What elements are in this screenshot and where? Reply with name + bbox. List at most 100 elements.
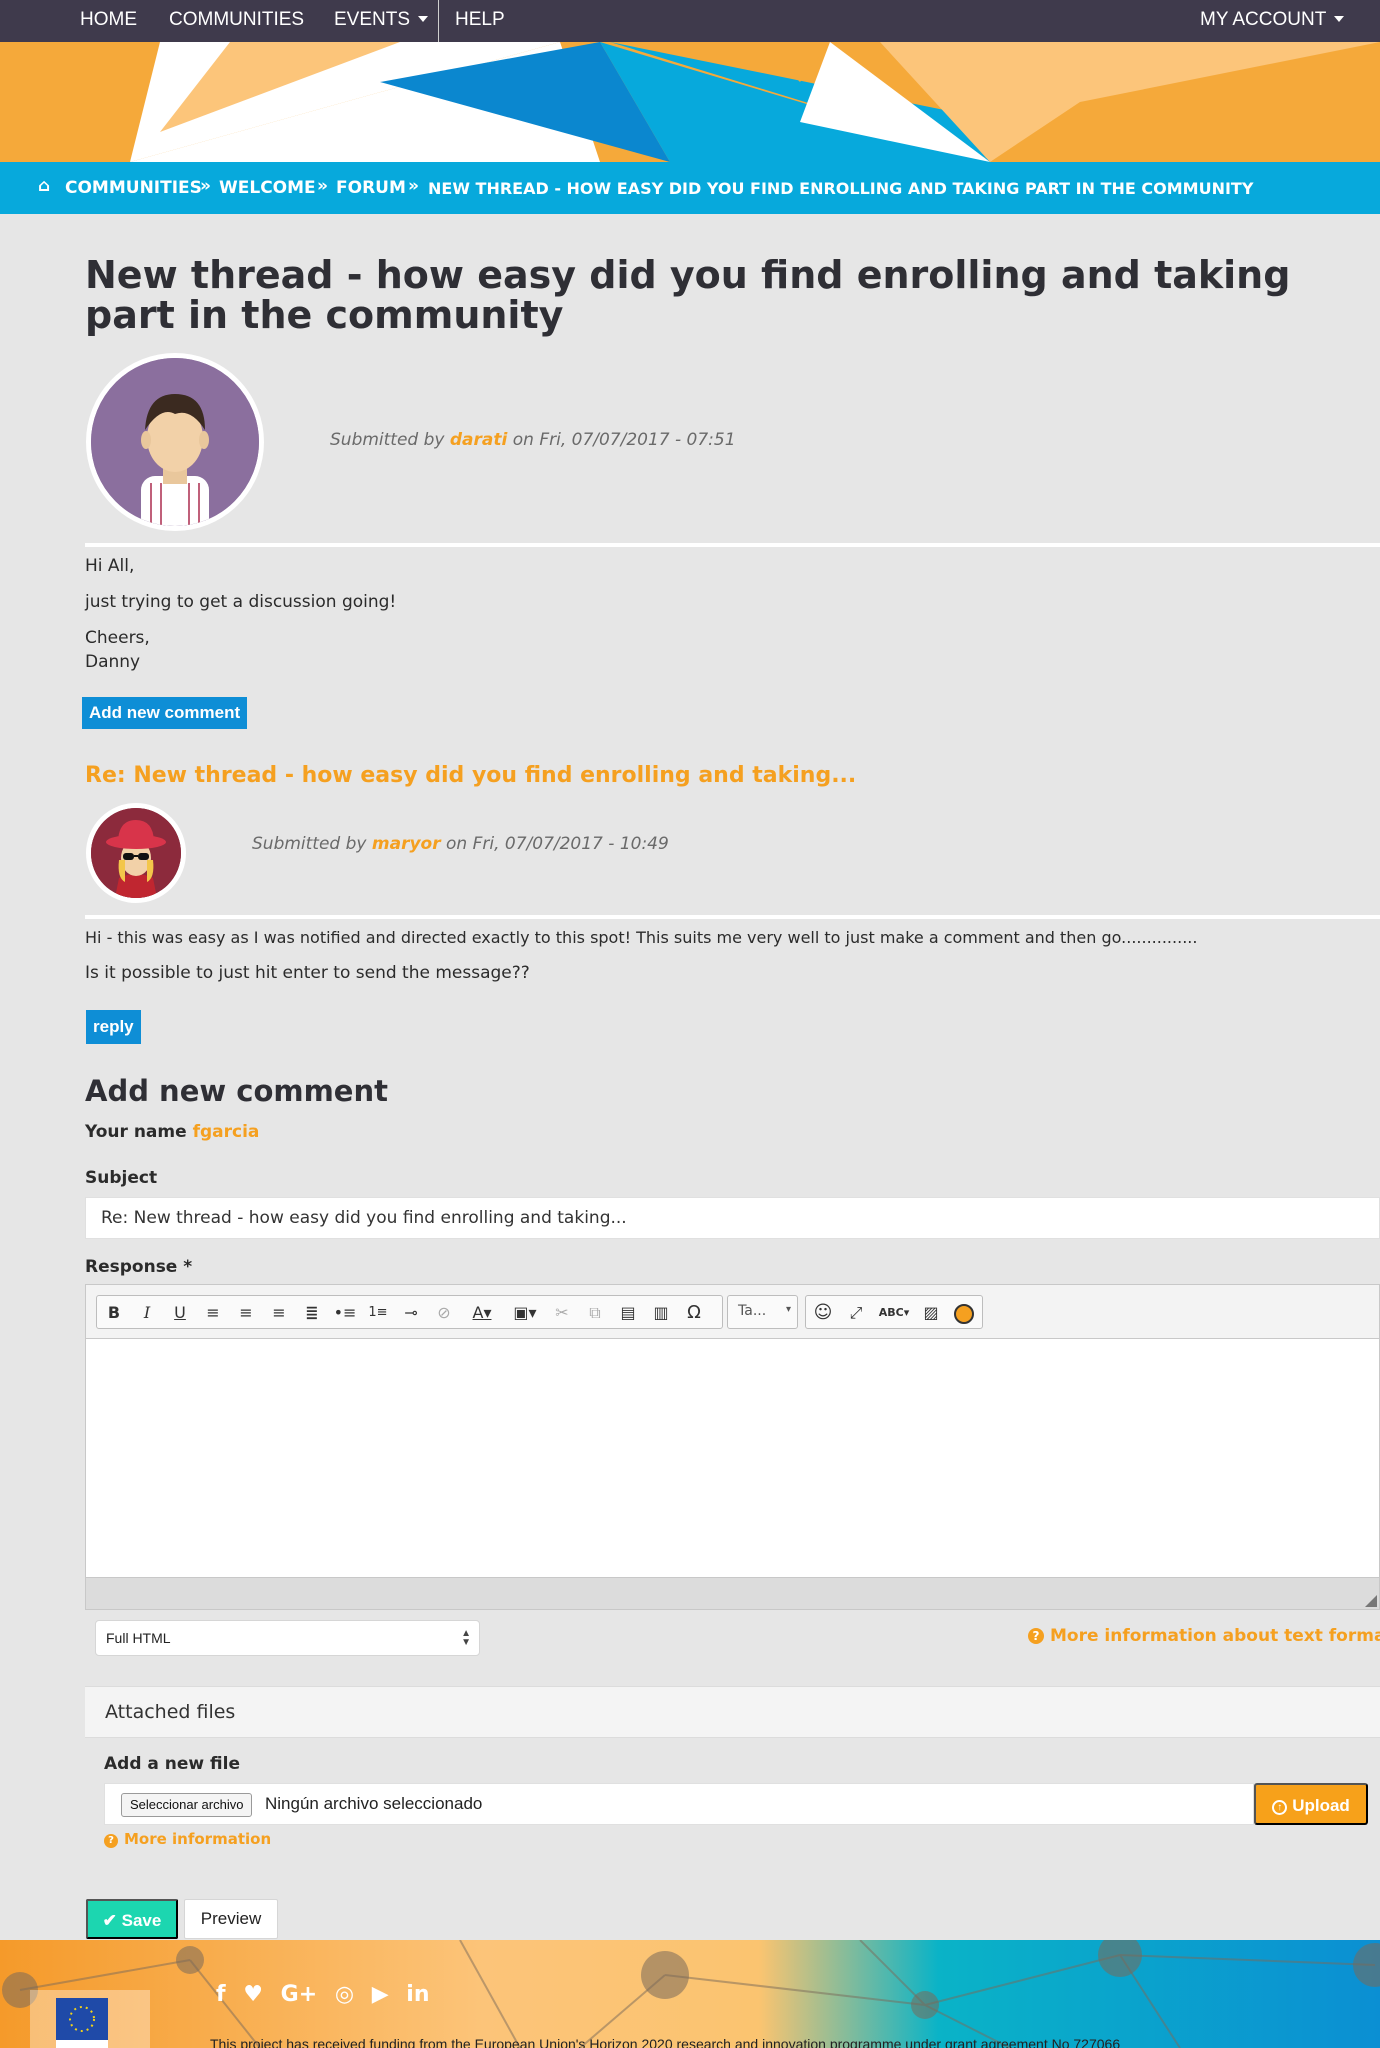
- avatar-image: [91, 808, 181, 898]
- italic-icon[interactable]: I: [134, 1300, 160, 1326]
- author-link[interactable]: darati: [450, 430, 507, 450]
- choose-file-button[interactable]: Seleccionar archivo: [121, 1793, 253, 1817]
- post-body-line: Cheers,: [85, 628, 150, 648]
- nav-events[interactable]: EVENTS: [334, 0, 429, 42]
- header-banner: [0, 42, 1380, 162]
- breadcrumb-current: NEW THREAD - HOW EASY DID YOU FIND ENROL…: [428, 179, 1254, 198]
- preview-button[interactable]: Preview: [184, 1899, 278, 1939]
- breadcrumb-welcome[interactable]: WELCOME: [219, 178, 316, 198]
- author-link[interactable]: maryor: [372, 834, 441, 854]
- unlink-icon[interactable]: ⊘: [431, 1300, 457, 1326]
- avatar[interactable]: [86, 353, 264, 531]
- upload-label: Upload: [1292, 1796, 1350, 1815]
- subject-label: Subject: [85, 1168, 158, 1188]
- nav-communities[interactable]: COMMUNITIES: [169, 0, 304, 42]
- copy-icon[interactable]: ⧉: [582, 1300, 608, 1326]
- google-plus-icon[interactable]: G+: [281, 1982, 318, 2007]
- thread-meta: Submitted by darati on Fri, 07/07/2017 -…: [330, 430, 736, 450]
- paste-icon[interactable]: ▤: [615, 1300, 641, 1326]
- post-body-line: just trying to get a discussion going!: [85, 592, 397, 612]
- align-justify-icon[interactable]: ≣: [299, 1300, 325, 1326]
- file-help-label: More information: [124, 1830, 272, 1848]
- chevron-down-icon: [418, 16, 429, 22]
- resize-handle-icon[interactable]: [1365, 1595, 1377, 1607]
- twitter-icon[interactable]: ♥: [243, 1982, 263, 2007]
- save-button[interactable]: ✔ Save: [86, 1899, 178, 1939]
- nav-home[interactable]: HOME: [80, 0, 137, 42]
- nav-help[interactable]: HELP: [455, 0, 505, 42]
- form-heading: Add new comment: [85, 1074, 388, 1108]
- chevron-double-right-icon: »: [408, 176, 419, 196]
- instagram-icon[interactable]: ◎: [335, 1982, 354, 2007]
- cut-icon[interactable]: ✂: [549, 1300, 575, 1326]
- subject-input[interactable]: [85, 1197, 1380, 1239]
- avatar[interactable]: [86, 803, 186, 903]
- styles-dropdown[interactable]: Ta... ▾: [727, 1295, 798, 1329]
- bulleted-list-icon[interactable]: •≡: [332, 1300, 358, 1326]
- post-date: on Fri, 07/07/2017 - 07:51: [512, 430, 736, 450]
- comment-meta: Submitted by maryor on Fri, 07/07/2017 -…: [252, 834, 669, 854]
- nav-my-account-label: MY ACCOUNT: [1200, 9, 1327, 30]
- file-input: Seleccionar archivo Ningún archivo selec…: [104, 1783, 1254, 1825]
- file-help-link[interactable]: ? More information: [104, 1830, 271, 1848]
- submitted-by-label: Submitted by: [252, 834, 367, 854]
- post-body-line: Danny: [85, 652, 141, 672]
- maximize-icon[interactable]: ⤢: [843, 1300, 869, 1326]
- emoticon-icon[interactable]: [951, 1300, 977, 1326]
- youtube-icon[interactable]: ▶: [372, 1982, 389, 2007]
- background-color-icon[interactable]: ▣▾: [507, 1300, 543, 1326]
- attached-files-header[interactable]: Attached files: [85, 1686, 1380, 1738]
- smiley-icon[interactable]: ☺: [810, 1300, 836, 1326]
- banner-graphic: [0, 42, 1380, 162]
- underline-icon[interactable]: U: [167, 1300, 193, 1326]
- file-status: Ningún archivo seleccionado: [265, 1794, 483, 1813]
- special-character-icon[interactable]: Ω: [681, 1300, 707, 1326]
- comment-title-link[interactable]: Re: New thread - how easy did you find e…: [85, 763, 856, 788]
- your-name-row: Your name fgarcia: [85, 1122, 259, 1142]
- reply-button[interactable]: reply: [86, 1010, 141, 1044]
- response-label: Response *: [85, 1257, 193, 1277]
- question-circle-icon: ?: [104, 1834, 118, 1848]
- home-icon[interactable]: ⌂: [38, 176, 50, 196]
- breadcrumb-forum[interactable]: FORUM: [336, 178, 406, 198]
- chevron-down-icon: [1334, 16, 1345, 22]
- breadcrumb-communities[interactable]: COMMUNITIES: [65, 178, 202, 198]
- divider: [85, 915, 1380, 919]
- align-center-icon[interactable]: ≡: [233, 1300, 259, 1326]
- toolbar-group-insert: ☺ ⤢ ABC▾ ▨: [805, 1295, 983, 1329]
- link-icon[interactable]: ⊸: [398, 1300, 424, 1326]
- top-navigation: HOME COMMUNITIES EVENTS HELP MY ACCOUNT: [0, 0, 1380, 42]
- bold-icon[interactable]: B: [101, 1300, 127, 1326]
- nav-events-label: EVENTS: [334, 9, 411, 30]
- spellcheck-icon[interactable]: ABC▾: [876, 1300, 912, 1326]
- align-right-icon[interactable]: ≡: [266, 1300, 292, 1326]
- save-label: Save: [121, 1911, 162, 1930]
- text-color-icon[interactable]: A▾: [464, 1300, 500, 1326]
- your-name-label: Your name: [85, 1122, 187, 1142]
- editor-toolbar: B I U ≡ ≡ ≡ ≣ •≡ 1≡ ⊸ ⊘ A▾ ▣▾ ✂ ⧉ ▤ ▥ Ω …: [86, 1285, 1379, 1339]
- your-name-user-link[interactable]: fgarcia: [193, 1122, 260, 1142]
- editor-status-bar: [86, 1577, 1379, 1609]
- numbered-list-icon[interactable]: 1≡: [365, 1300, 391, 1326]
- breadcrumb: ⌂ COMMUNITIES » WELCOME » FORUM » NEW TH…: [0, 162, 1380, 214]
- chevron-down-icon: ▾: [785, 1304, 791, 1315]
- facebook-icon[interactable]: f: [216, 1982, 226, 2007]
- add-file-label: Add a new file: [104, 1754, 241, 1774]
- upload-icon: ↑: [1272, 1800, 1288, 1815]
- footer-graphic: [0, 1940, 1380, 2048]
- styles-dropdown-label: Ta...: [738, 1303, 767, 1319]
- select-arrows-icon: ▲ ▼: [461, 1628, 471, 1648]
- post-date: on Fri, 07/07/2017 - 10:49: [446, 834, 669, 854]
- align-left-icon[interactable]: ≡: [200, 1300, 226, 1326]
- editor-content-area[interactable]: [86, 1339, 1379, 1579]
- text-formats-help-link[interactable]: ? More information about text formats: [1028, 1626, 1380, 1646]
- upload-button[interactable]: ↑ Upload: [1254, 1783, 1368, 1825]
- text-format-select[interactable]: Full HTML ▲ ▼: [95, 1620, 480, 1656]
- image-icon[interactable]: ▨: [918, 1300, 944, 1326]
- nav-my-account[interactable]: MY ACCOUNT: [1200, 0, 1345, 42]
- add-new-comment-button[interactable]: Add new comment: [82, 697, 248, 729]
- avatar-image: [91, 358, 259, 526]
- paste-text-icon[interactable]: ▥: [648, 1300, 674, 1326]
- linkedin-icon[interactable]: in: [406, 1982, 429, 2007]
- rich-text-editor: B I U ≡ ≡ ≡ ≣ •≡ 1≡ ⊸ ⊘ A▾ ▣▾ ✂ ⧉ ▤ ▥ Ω …: [85, 1284, 1380, 1610]
